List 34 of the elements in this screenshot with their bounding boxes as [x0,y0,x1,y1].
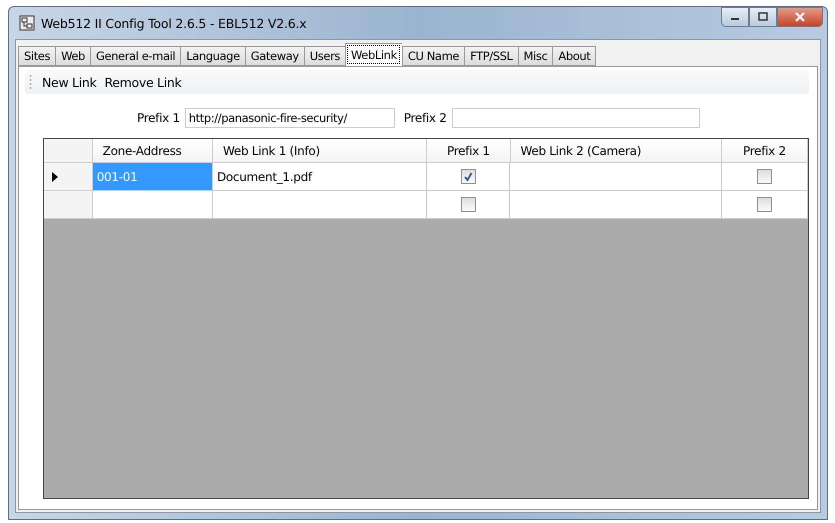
row-header[interactable] [44,163,93,191]
tab[interactable]: Sites [18,46,56,66]
tab[interactable]: Gateway [244,46,304,66]
close-icon [794,12,806,22]
field-label: Prefix 1 [137,111,180,125]
maximize-icon [758,12,768,22]
toolbar-button[interactable]: New Link [39,72,100,92]
tab[interactable]: Misc [518,46,552,66]
input-field[interactable] [452,108,700,128]
checkbox[interactable] [460,169,476,184]
checkbox[interactable] [756,197,772,212]
tab[interactable]: About [552,46,596,66]
table-cell[interactable] [212,191,428,219]
minimize-button[interactable] [721,7,749,27]
grip-icon [29,74,32,90]
maximize-button[interactable] [749,7,777,27]
tab[interactable]: WebLink [345,43,402,66]
table-cell[interactable] [510,191,722,219]
input-field[interactable]: http://panasonic-fire-security/ [184,108,395,128]
table-cell[interactable] [92,191,213,219]
tab[interactable]: Users [304,46,345,66]
toolbar-button[interactable]: Remove Link [101,72,184,92]
field-label: Prefix 2 [404,111,447,125]
corner-header [44,139,93,163]
checkbox[interactable] [756,169,772,184]
tab[interactable]: Web [55,46,90,66]
close-button[interactable] [777,7,823,27]
app-icon [19,15,35,31]
window-title: Web512 II Config Tool 2.6.5 - EBL512 V2.6.x [41,16,306,30]
tab[interactable]: General e-mail [90,46,180,66]
tab[interactable]: FTP/SSL [464,46,518,66]
tab[interactable]: Language [180,46,245,66]
tab[interactable]: CU Name [402,46,464,66]
checkbox[interactable] [460,197,476,212]
